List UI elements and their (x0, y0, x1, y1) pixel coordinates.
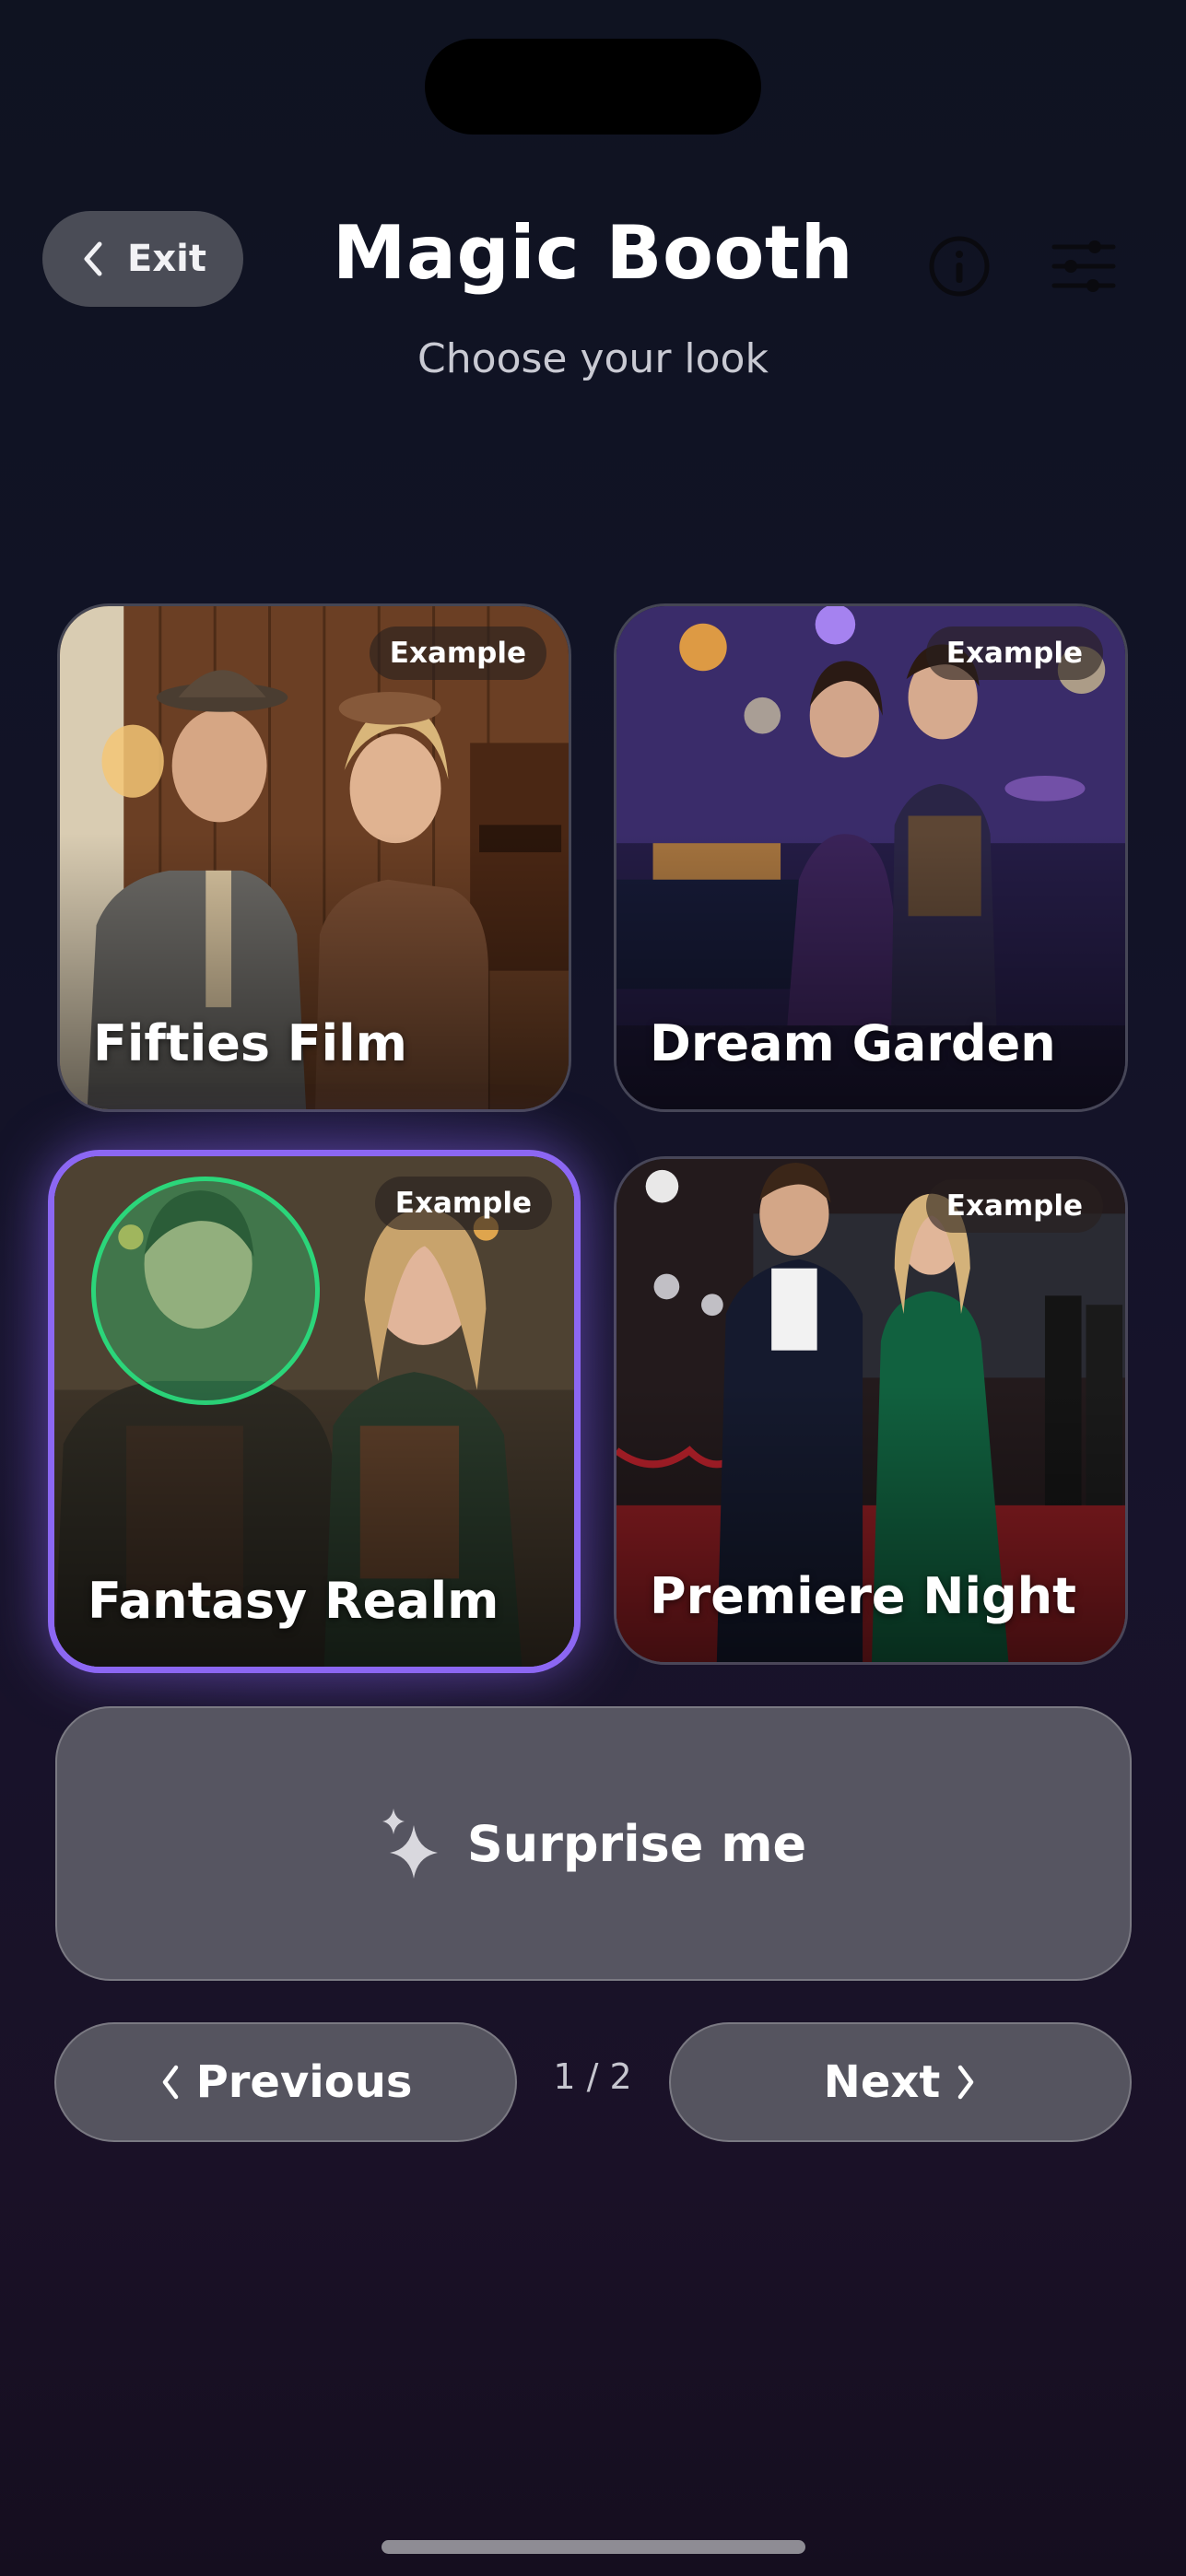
look-card-title: Fifties Film (93, 1014, 407, 1072)
chevron-right-icon (958, 2065, 974, 2100)
face-detection-marker (91, 1177, 320, 1405)
sliders-icon (1051, 240, 1116, 292)
look-card-dream-garden[interactable]: Example Dream Garden (614, 603, 1128, 1112)
previous-label: Previous (195, 2056, 413, 2108)
next-button[interactable]: Next (669, 2022, 1132, 2142)
chevron-left-icon (162, 2065, 178, 2100)
surprise-me-label: Surprise me (466, 1814, 807, 1873)
look-card-fantasy-realm[interactable]: Example Fantasy Realm (48, 1150, 581, 1673)
dynamic-island (425, 39, 761, 135)
page-title: Magic Booth (332, 210, 854, 296)
example-badge: Example (374, 1177, 552, 1230)
example-badge: Example (925, 626, 1103, 680)
home-indicator[interactable] (382, 2540, 805, 2554)
settings-button[interactable] (1051, 238, 1117, 295)
example-badge: Example (369, 626, 546, 680)
page-indicator: 1 / 2 (553, 2056, 632, 2097)
look-card-fifties-film[interactable]: Example Fifties Film (57, 603, 571, 1112)
page-subtitle: Choose your look (417, 335, 769, 382)
info-button[interactable] (927, 234, 992, 299)
look-card-premiere-night[interactable]: Example Premiere Night (614, 1156, 1128, 1665)
previous-button[interactable]: Previous (54, 2022, 517, 2142)
look-card-title: Fantasy Realm (88, 1572, 499, 1630)
info-icon (929, 236, 990, 297)
sparkle-icon (382, 1809, 438, 1879)
next-label: Next (823, 2056, 941, 2108)
look-card-title: Premiere Night (650, 1567, 1076, 1625)
surprise-me-button[interactable]: Surprise me (55, 1706, 1132, 1981)
example-badge: Example (925, 1179, 1103, 1233)
look-card-title: Dream Garden (650, 1014, 1056, 1072)
